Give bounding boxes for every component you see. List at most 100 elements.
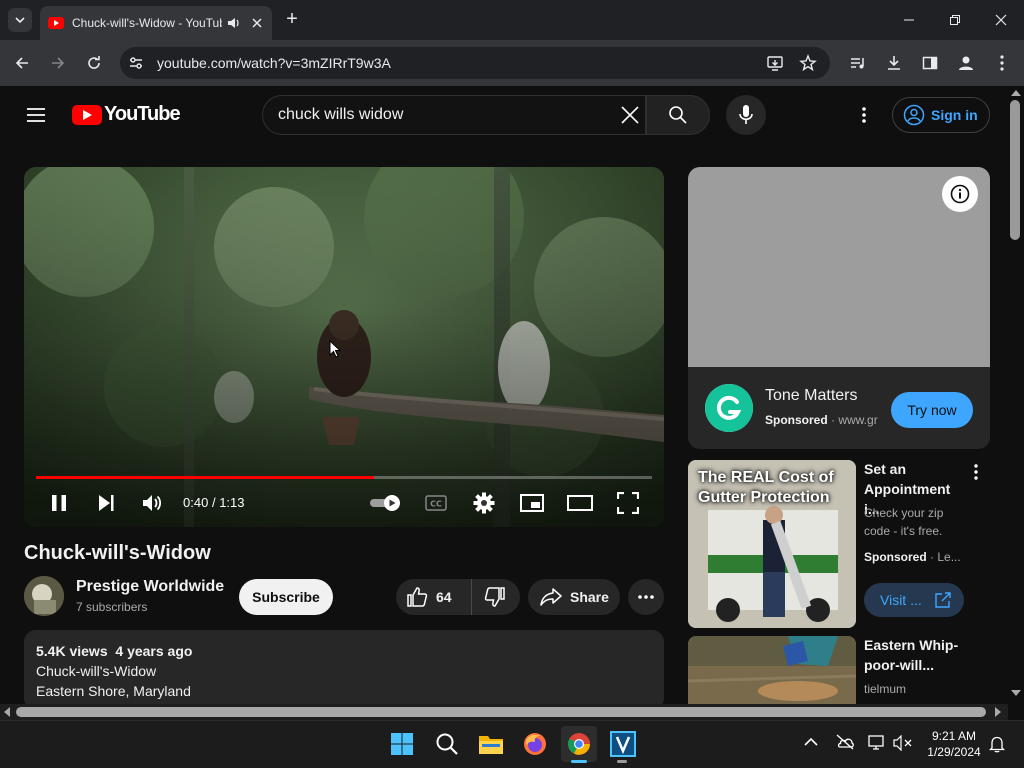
bookmark-button[interactable] (796, 51, 820, 75)
speaker-audio-icon[interactable] (226, 15, 242, 31)
firefox-button[interactable] (517, 726, 553, 762)
install-app-button[interactable] (763, 51, 787, 75)
search-query-text[interactable]: chuck wills widow (278, 106, 403, 124)
site-info-button[interactable] (126, 53, 146, 73)
new-tab-button[interactable]: + (282, 9, 302, 30)
video-title: Chuck-will's-Widow (24, 542, 211, 564)
start-button[interactable] (384, 726, 420, 762)
guide-menu-button[interactable] (24, 103, 48, 127)
scroll-down-arrow-icon[interactable] (1011, 690, 1021, 696)
arrow-left-icon (15, 57, 28, 69)
forward-button[interactable] (46, 51, 70, 75)
youtube-logo-text[interactable]: YouTube (104, 103, 181, 126)
recommendation-description: Check your zip code - it's free. (864, 506, 944, 538)
vertical-scrollbar-thumb[interactable] (1010, 100, 1020, 240)
youtube-logo-icon[interactable] (72, 105, 102, 125)
subtitles-button[interactable]: CC (423, 490, 449, 516)
volume-icon (143, 495, 162, 511)
like-button[interactable]: 64 (396, 579, 472, 615)
profile-button[interactable] (954, 51, 978, 75)
advertiser-logo-icon[interactable] (705, 384, 753, 432)
notifications-button[interactable] (988, 735, 1006, 753)
theater-mode-button[interactable] (567, 490, 593, 516)
tab-search-button[interactable] (8, 8, 32, 32)
description-line-2: Eastern Shore, Maryland (36, 683, 191, 699)
url-text[interactable]: youtube.com/watch?v=3mZIRrT9w3A (157, 55, 391, 71)
thumbnail-overlay-text: The REAL Cost of Gutter Protection (698, 469, 834, 506)
tab-close-icon[interactable] (250, 16, 264, 30)
taskbar-search-button[interactable] (429, 726, 465, 762)
network-button[interactable] (867, 734, 887, 752)
settings-menu-button[interactable] (852, 103, 876, 127)
channel-avatar[interactable] (24, 576, 64, 616)
browser-tab-active[interactable]: Chuck-will's-Widow - YouTube (40, 6, 272, 40)
next-button[interactable] (93, 490, 119, 516)
sign-in-button[interactable]: Sign in (892, 97, 990, 133)
clear-search-button[interactable] (618, 103, 642, 127)
recommendation-thumbnail[interactable] (688, 636, 856, 704)
onedrive-button[interactable] (835, 734, 855, 750)
chevron-up-icon (804, 737, 818, 746)
video-player[interactable] (24, 167, 664, 527)
microphone-icon (739, 105, 753, 124)
whip-poor-will-thumbnail-image (688, 636, 856, 704)
description-line-1: Chuck-will's-Widow (36, 663, 157, 679)
autoplay-toggle[interactable] (368, 495, 404, 511)
dislike-button[interactable] (472, 579, 518, 615)
scroll-right-arrow-icon[interactable] (995, 707, 1001, 717)
subscriber-count: 7 subscribers (76, 600, 148, 614)
more-vertical-icon (1000, 55, 1004, 71)
recommendation-thumbnail[interactable]: The REAL Cost of Gutter Protection (688, 460, 856, 628)
channel-name[interactable]: Prestige Worldwide (76, 578, 224, 596)
view-count: 5.4K views (36, 643, 108, 659)
media-controls-button[interactable] (846, 51, 870, 75)
settings-button[interactable] (471, 490, 497, 516)
recommendation-channel[interactable]: tielmum (864, 680, 906, 698)
gear-icon (473, 492, 495, 514)
more-actions-button[interactable] (628, 579, 664, 615)
clock-time: 9:21 AM (931, 729, 977, 743)
ad-cta-button[interactable]: Try now (891, 392, 973, 428)
minimize-button[interactable] (896, 8, 922, 32)
chrome-menu-button[interactable] (990, 51, 1014, 75)
close-window-button[interactable] (988, 8, 1014, 32)
time-display: 0:40 / 1:13 (183, 495, 245, 510)
share-button[interactable]: Share (528, 579, 620, 615)
show-hidden-icons-button[interactable] (803, 736, 819, 748)
horizontal-scrollbar-thumb[interactable] (16, 707, 986, 717)
file-explorer-button[interactable] (473, 726, 509, 762)
account-circle-icon (903, 104, 925, 126)
fullscreen-button[interactable] (615, 490, 641, 516)
more-horizontal-icon (638, 595, 654, 599)
network-icon (868, 735, 884, 750)
system-clock[interactable]: 9:21 AM 1/29/2024 (922, 728, 986, 760)
side-panel-button[interactable] (918, 51, 942, 75)
back-button[interactable] (10, 51, 34, 75)
search-button[interactable] (646, 95, 710, 135)
pause-button[interactable] (46, 490, 72, 516)
scroll-up-arrow-icon[interactable] (1011, 90, 1021, 96)
side-panel-icon (922, 56, 938, 70)
progress-bar-played (36, 476, 374, 479)
recommendation-menu-button[interactable] (964, 462, 988, 482)
like-count: 64 (436, 589, 452, 605)
volume-button[interactable] (893, 735, 913, 751)
miniplayer-button[interactable] (519, 490, 545, 516)
visit-site-button[interactable]: Visit ... (864, 583, 964, 617)
mute-button[interactable] (140, 490, 166, 516)
theater-mode-icon (567, 495, 593, 511)
subscribe-button[interactable]: Subscribe (239, 579, 333, 615)
mouse-cursor-icon (329, 340, 341, 358)
clock-date: 1/29/2024 (927, 745, 981, 759)
recommendation-title[interactable]: Eastern Whip-poor-will... (864, 635, 974, 675)
voice-search-button[interactable] (726, 95, 766, 135)
ad-info-button[interactable] (942, 176, 978, 212)
reload-button[interactable] (82, 51, 106, 75)
ad-title[interactable]: Tone Matters (765, 387, 857, 405)
downloads-button[interactable] (882, 51, 906, 75)
restore-button[interactable] (942, 8, 968, 32)
scroll-left-arrow-icon[interactable] (4, 707, 10, 717)
chrome-button[interactable] (561, 726, 597, 762)
app-v-button[interactable] (605, 726, 641, 762)
visit-site-label: Visit ... (880, 592, 922, 608)
